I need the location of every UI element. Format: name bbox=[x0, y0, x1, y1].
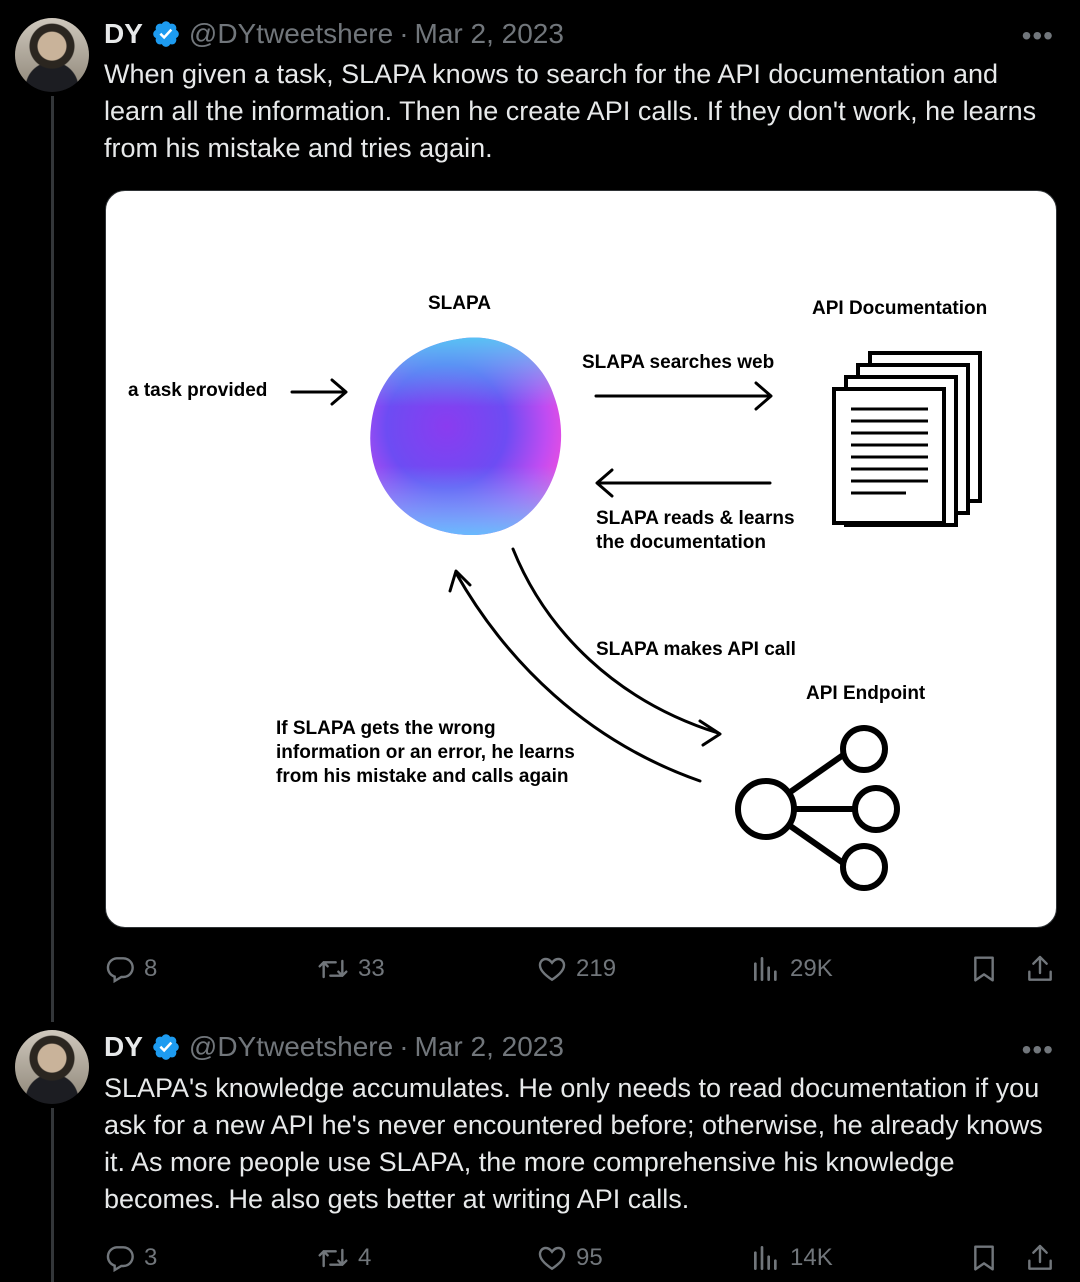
slapa-label: SLAPA bbox=[428, 293, 491, 314]
more-options-icon[interactable]: ••• bbox=[1022, 1034, 1054, 1066]
api-documentation-label: API Documentation bbox=[812, 298, 988, 319]
separator-dot: · bbox=[399, 1031, 409, 1062]
views-count: 29K bbox=[790, 955, 833, 982]
tweet-header: DY @DYtweetshere · Mar 2, 2023 bbox=[104, 16, 564, 52]
more-options-icon[interactable]: ••• bbox=[1022, 20, 1054, 52]
tweet-text: SLAPA's knowledge accumulates. He only n… bbox=[104, 1073, 1043, 1214]
thread-line bbox=[51, 1108, 54, 1282]
tweet-text: When given a task, SLAPA knows to search… bbox=[104, 59, 1037, 163]
views-button[interactable]: 14K bbox=[750, 1238, 833, 1278]
author-name[interactable]: DY bbox=[104, 18, 143, 50]
author-handle[interactable]: @DYtweetshere bbox=[189, 1031, 393, 1063]
bookmark-icon bbox=[974, 956, 994, 982]
retweet-button[interactable]: 33 bbox=[316, 949, 385, 989]
like-count: 95 bbox=[576, 1244, 603, 1271]
tweet-image[interactable]: SLAPA API Documentation a task provided … bbox=[105, 190, 1057, 928]
retweet-icon bbox=[318, 959, 348, 979]
like-heart-icon bbox=[538, 957, 566, 982]
documentation-icon bbox=[832, 351, 982, 527]
reads-label-line2: the documentation bbox=[596, 532, 766, 553]
retweet-button[interactable]: 4 bbox=[316, 1238, 371, 1278]
tweet-actions: 8 33 219 29K bbox=[104, 949, 1054, 989]
reply-button[interactable]: 8 bbox=[104, 949, 157, 989]
verified-badge-icon bbox=[151, 19, 181, 49]
error-label-line2: information or an error, he learns bbox=[276, 742, 575, 763]
reply-button[interactable]: 3 bbox=[104, 1238, 157, 1278]
slapa-orb bbox=[370, 337, 562, 536]
verified-badge-icon bbox=[151, 1032, 181, 1062]
bookmark-icon bbox=[974, 1245, 994, 1271]
search-arrow bbox=[594, 381, 773, 411]
api-endpoint-icon bbox=[735, 725, 900, 891]
reply-count: 8 bbox=[144, 955, 158, 982]
makes-call-label: SLAPA makes API call bbox=[596, 639, 796, 660]
share-button[interactable] bbox=[1024, 949, 1056, 989]
separator-dot: · bbox=[399, 18, 409, 49]
author-name[interactable]: DY bbox=[104, 1031, 143, 1063]
avatar[interactable] bbox=[15, 18, 89, 92]
views-chart-icon bbox=[754, 1246, 777, 1270]
like-count: 219 bbox=[576, 955, 617, 982]
retweet-icon bbox=[318, 1248, 348, 1268]
retweet-count: 33 bbox=[358, 955, 385, 982]
share-button[interactable] bbox=[1024, 1238, 1056, 1278]
like-heart-icon bbox=[538, 1246, 566, 1271]
share-icon bbox=[1028, 1244, 1052, 1270]
views-count: 14K bbox=[790, 1244, 833, 1271]
tweet-header: DY @DYtweetshere · Mar 2, 2023 bbox=[104, 1029, 564, 1065]
error-label-line3: from his mistake and calls again bbox=[276, 766, 569, 787]
error-label-line1: If SLAPA gets the wrong bbox=[276, 718, 496, 739]
like-button[interactable]: 95 bbox=[536, 1238, 603, 1278]
reply-icon bbox=[106, 1246, 134, 1273]
retweet-count: 4 bbox=[358, 1244, 372, 1271]
like-button[interactable]: 219 bbox=[536, 949, 616, 989]
searches-label: SLAPA searches web bbox=[582, 352, 775, 373]
bookmark-button[interactable] bbox=[968, 1238, 1000, 1278]
author-handle[interactable]: @DYtweetshere bbox=[189, 18, 393, 50]
views-button[interactable]: 29K bbox=[750, 949, 833, 989]
read-arrow bbox=[595, 468, 772, 498]
tweet-actions: 3 4 95 14K bbox=[104, 1238, 1054, 1278]
task-label: a task provided bbox=[128, 380, 268, 401]
tweet-date[interactable]: Mar 2, 2023 bbox=[415, 18, 564, 50]
task-arrow bbox=[290, 378, 348, 406]
tweet-date[interactable]: Mar 2, 2023 bbox=[415, 1031, 564, 1063]
bookmark-button[interactable] bbox=[968, 949, 1000, 989]
views-chart-icon bbox=[754, 957, 777, 981]
reply-count: 3 bbox=[144, 1244, 158, 1271]
endpoint-label: API Endpoint bbox=[806, 683, 926, 704]
reads-label-line1: SLAPA reads & learns bbox=[596, 508, 795, 529]
share-icon bbox=[1028, 955, 1052, 981]
reply-icon bbox=[106, 957, 134, 984]
avatar[interactable] bbox=[15, 1030, 89, 1104]
thread-line bbox=[51, 96, 54, 1022]
